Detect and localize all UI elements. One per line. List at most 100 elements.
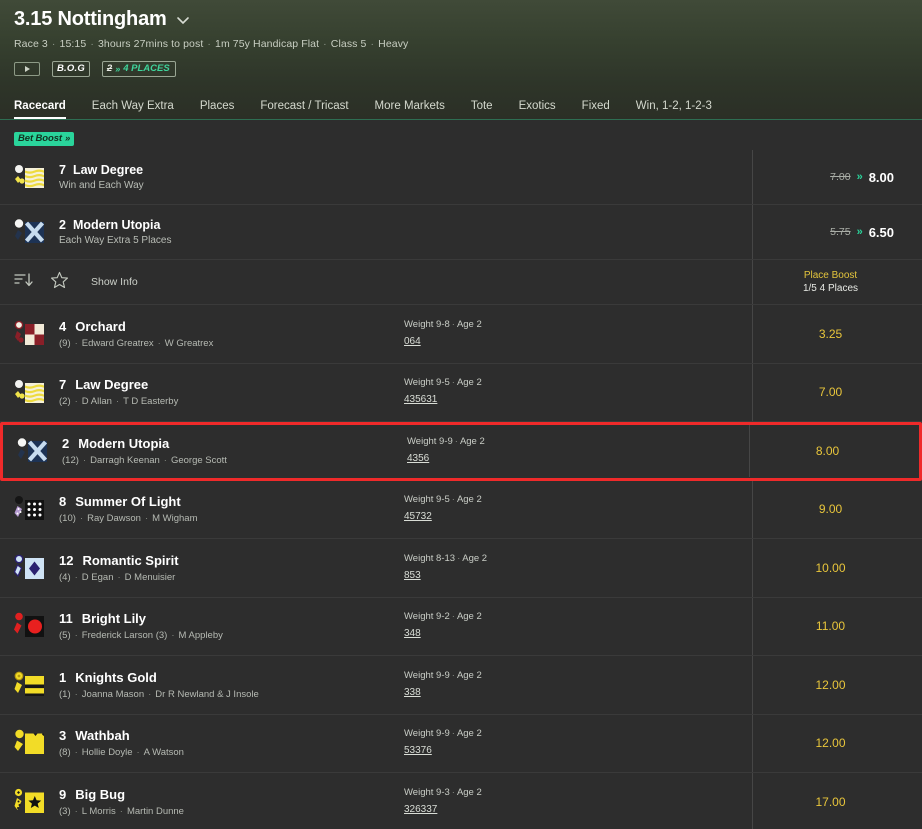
tab-each-way-extra[interactable]: Each Way Extra (79, 100, 187, 119)
title-row: 3.15 Nottingham (14, 8, 908, 31)
silk-icon (14, 671, 48, 699)
runner-odds-button[interactable]: 8.00 (749, 425, 905, 478)
runner-name-line: 11 Bright Lily (59, 611, 223, 626)
runner-odds-button[interactable]: 17.00 (752, 773, 908, 829)
separator-dot: · (79, 513, 84, 525)
tab-places[interactable]: Places (187, 100, 248, 119)
runner-name-line: 7 Law Degree (59, 377, 178, 392)
tab-exotics[interactable]: Exotics (506, 100, 569, 119)
chevron-down-icon[interactable] (175, 12, 191, 28)
boosted-selection-name-line: 2 Modern Utopia (59, 218, 171, 232)
runner-number: 12 (59, 552, 74, 568)
chevron-right-icon: » (856, 226, 863, 238)
separator-dot: · (157, 337, 161, 349)
runner-draw: (9) (59, 337, 71, 349)
runner-form-link[interactable]: 853 (404, 570, 421, 581)
boosted-odds-button[interactable]: 5.75 » 6.50 (752, 205, 908, 259)
jockey-name: Joanna Mason (81, 688, 145, 700)
silk-icon (14, 788, 48, 816)
runner-odds-button[interactable]: 3.25 (752, 305, 908, 363)
runner-age: Age 2 (456, 494, 482, 506)
runner-odds-button[interactable]: 12.00 (752, 656, 908, 714)
runner-row-selected[interactable]: 2 Modern Utopia (12) · Darragh Keenan · George… (0, 422, 922, 481)
runner-number: 2 (59, 218, 66, 232)
runner-row[interactable]: 11 Bright Lily (5) · Frederick Larson (3) · M … (0, 597, 922, 656)
bet-boost-strip: Bet Boost » (0, 120, 922, 150)
runner-text: 9 Big Bug (3) · L Morris · Martin Dunne (59, 787, 184, 817)
separator-dot: · (82, 455, 87, 467)
boosted-selection-row[interactable]: 2 Modern Utopia Each Way Extra 5 Places 5.7… (0, 205, 922, 260)
bet-boost-label: Bet Boost (18, 133, 62, 144)
runner-connections: (9) · Edward Greatrex · W Greatrex (59, 338, 213, 349)
runner-name: Bright Lily (81, 611, 147, 627)
runner-row[interactable]: 4 Orchard (9) · Edward Greatrex · W Greatrex We… (0, 305, 922, 364)
boosted-market-label: Each Way Extra 5 Places (59, 235, 172, 246)
tab-win-1-2-1-2-3[interactable]: Win, 1-2, 1-2-3 (623, 100, 725, 119)
runner-form-link[interactable]: 338 (404, 687, 421, 698)
boosted-odds-button[interactable]: 7.00 » 8.00 (752, 150, 908, 204)
runner-odds-button[interactable]: 11.00 (752, 597, 908, 655)
runner-form-link[interactable]: 4356 (407, 453, 429, 464)
runner-form-link[interactable]: 435631 (404, 394, 437, 405)
runner-age: Age 2 (456, 377, 482, 389)
runner-weight-age: Weight 9-2 · Age 2 (404, 611, 752, 622)
separator-dot: · (74, 805, 78, 817)
runner-stats: Weight 9-9 · Age 2 338 (404, 670, 752, 700)
runner-form-link[interactable]: 45732 (404, 511, 432, 522)
runner-form-link[interactable]: 348 (404, 628, 421, 639)
runner-stats: Weight 9-9 · Age 2 4356 (407, 436, 749, 466)
runner-text: 1 Knights Gold (1) · Joanna Mason · Dr R Newla… (59, 670, 259, 700)
runner-number: 3 (59, 728, 67, 744)
places-badge: 2 » 4 PLACES (101, 61, 176, 77)
runner-row[interactable]: 9 Big Bug (3) · L Morris · Martin Dunne Weight … (0, 773, 922, 829)
tab-racecard[interactable]: Racecard (14, 100, 79, 119)
runner-age: Age 2 (456, 611, 482, 623)
show-info-toggle[interactable]: Show Info (91, 276, 138, 288)
runner-stats: Weight 9-5 · Age 2 435631 (404, 377, 752, 407)
separator-dot: · (451, 377, 455, 389)
runner-name: Modern Utopia (78, 436, 170, 452)
runner-odds-button[interactable]: 12.00 (752, 714, 908, 772)
trainer-name: M Wigham (152, 513, 198, 525)
runner-name-line: 12 Romantic Spirit (59, 553, 179, 568)
runner-weight-age: Weight 9-5 · Age 2 (404, 377, 752, 388)
runner-draw: (1) (59, 688, 71, 700)
star-icon[interactable] (50, 271, 69, 294)
runner-weight-age: Weight 9-9 · Age 2 (407, 436, 749, 447)
runner-draw: (5) (59, 630, 71, 642)
bet-boost-badge[interactable]: Bet Boost » (14, 132, 75, 146)
separator-dot: · (74, 630, 78, 642)
runner-row[interactable]: 7 Law Degree (2) · D Allan · T D Easterby Weigh… (0, 363, 922, 422)
runner-weight: Weight 9-9 (407, 436, 453, 448)
runner-odds-button[interactable]: 10.00 (752, 539, 908, 597)
jockey-name: L Morris (81, 805, 116, 817)
jockey-name: Frederick Larson (3) (81, 630, 168, 642)
runner-row[interactable]: 1 Knights Gold (1) · Joanna Mason · Dr R Newla… (0, 656, 922, 715)
runner-row[interactable]: 8 Summer Of Light (10) · Ray Dawson · M Wigham… (0, 480, 922, 539)
runner-odds-button[interactable]: 7.00 (752, 363, 908, 421)
runner-form-link[interactable]: 326337 (404, 804, 437, 815)
header-badge-row: B.O.G 2 » 4 PLACES (14, 61, 908, 77)
runner-odds-button[interactable]: 9.00 (752, 480, 908, 538)
play-video-button[interactable] (14, 62, 40, 76)
tab-more-markets[interactable]: More Markets (362, 100, 458, 119)
tab-forecast-tricast[interactable]: Forecast / Tricast (247, 100, 361, 119)
runner-name-line: 3 Wathbah (59, 728, 184, 743)
tab-tote[interactable]: Tote (458, 100, 506, 119)
runner-row[interactable]: 12 Romantic Spirit (4) · D Egan · D Menuisier W… (0, 539, 922, 598)
runner-stats: Weight 9-3 · Age 2 326337 (404, 787, 752, 817)
runner-identity: 1 Knights Gold (1) · Joanna Mason · Dr R Newla… (14, 670, 404, 700)
runner-text: 12 Romantic Spirit (4) · D Egan · D Menuisier (59, 553, 179, 583)
boosted-market-label: Win and Each Way (59, 180, 144, 191)
separator-dot: · (144, 513, 149, 525)
runner-form-link[interactable]: 064 (404, 336, 421, 347)
tab-fixed[interactable]: Fixed (569, 100, 623, 119)
boosted-selections-list: 7 Law Degree Win and Each Way 7.00 » 8.00 2 Mod… (0, 150, 922, 260)
runner-stats: Weight 9-9 · Age 2 53376 (404, 728, 752, 758)
places-old-value: 2 (106, 63, 113, 74)
runner-form-link[interactable]: 53376 (404, 745, 432, 756)
boosted-selection-row[interactable]: 7 Law Degree Win and Each Way 7.00 » 8.00 (0, 150, 922, 205)
runner-row[interactable]: 3 Wathbah (8) · Hollie Doyle · A Watson Weight … (0, 714, 922, 773)
sort-icon[interactable] (14, 272, 34, 293)
jockey-name: Edward Greatrex (81, 337, 154, 349)
